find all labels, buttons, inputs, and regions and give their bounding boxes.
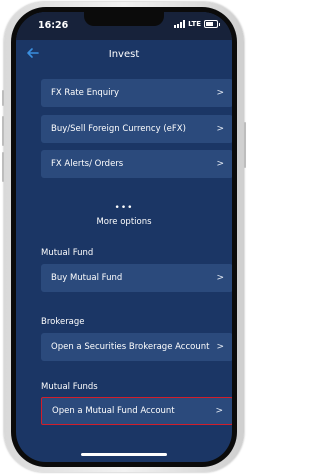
phone-bezel: 16:26 LTE Invest FX Rate Enquiry > Buy/S… bbox=[11, 7, 237, 467]
menu-item-label: FX Rate Enquiry bbox=[51, 88, 120, 98]
more-options-dots-icon[interactable]: ••• bbox=[16, 204, 232, 213]
menu-item-label: FX Alerts/ Orders bbox=[51, 159, 124, 169]
app-screen: 16:26 LTE Invest FX Rate Enquiry > Buy/S… bbox=[16, 12, 232, 462]
menu-item-fx-rate-enquiry[interactable]: FX Rate Enquiry > bbox=[41, 79, 232, 107]
signal-icon bbox=[174, 20, 186, 28]
status-time: 16:26 bbox=[38, 20, 69, 31]
status-icons: LTE bbox=[174, 20, 220, 28]
chevron-right-icon: > bbox=[216, 88, 224, 98]
phone-frame: 16:26 LTE Invest FX Rate Enquiry > Buy/S… bbox=[2, 2, 246, 472]
menu-item-label: Open a Mutual Fund Account bbox=[52, 406, 175, 416]
volume-up-button bbox=[2, 116, 4, 146]
network-label: LTE bbox=[188, 20, 201, 28]
menu-item-label: Buy/Sell Foreign Currency (eFX) bbox=[51, 124, 186, 134]
top-nav: Invest bbox=[16, 40, 232, 70]
page-title: Invest bbox=[108, 49, 140, 60]
battery-icon bbox=[204, 20, 220, 28]
menu-item-buy-sell-foreign-currency[interactable]: Buy/Sell Foreign Currency (eFX) > bbox=[41, 115, 232, 143]
volume-down-button bbox=[2, 152, 4, 182]
more-options-link[interactable]: More options bbox=[16, 217, 232, 227]
status-bar: 16:26 LTE bbox=[16, 12, 232, 40]
section-title-mutual-funds: Mutual Funds bbox=[41, 382, 98, 392]
camera-notch bbox=[84, 12, 164, 26]
menu-item-label: Buy Mutual Fund bbox=[51, 273, 123, 283]
menu-item-buy-mutual-fund[interactable]: Buy Mutual Fund > bbox=[41, 264, 232, 292]
mute-switch bbox=[2, 90, 4, 106]
menu-item-fx-alerts-orders[interactable]: FX Alerts/ Orders > bbox=[41, 150, 232, 178]
section-title-brokerage: Brokerage bbox=[41, 317, 85, 327]
section-title-mutual-fund: Mutual Fund bbox=[41, 248, 94, 258]
chevron-right-icon: > bbox=[216, 124, 224, 134]
chevron-right-icon: > bbox=[216, 159, 224, 169]
home-indicator[interactable] bbox=[81, 453, 167, 456]
menu-item-open-securities-brokerage-account[interactable]: Open a Securities Brokerage Account > bbox=[41, 333, 232, 361]
power-button bbox=[244, 122, 246, 168]
chevron-right-icon: > bbox=[216, 273, 224, 283]
menu-item-label: Open a Securities Brokerage Account bbox=[51, 342, 210, 352]
chevron-right-icon: > bbox=[215, 406, 223, 416]
chevron-right-icon: > bbox=[216, 342, 224, 352]
menu-item-open-mutual-fund-account[interactable]: Open a Mutual Fund Account > bbox=[41, 397, 232, 425]
